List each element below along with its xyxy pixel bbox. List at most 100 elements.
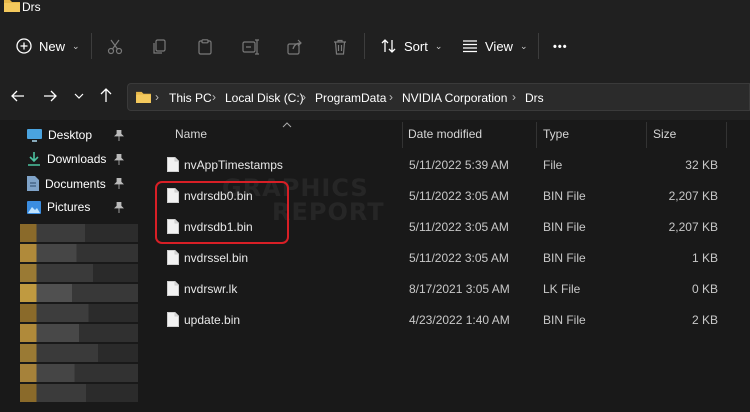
redacted-nav-item [20, 344, 138, 362]
window-title: Drs [22, 0, 41, 14]
address-bar[interactable]: › This PC › Local Disk (C:) › ProgramDat… [127, 83, 750, 111]
nav-item-label: Downloads [47, 152, 107, 166]
folder-icon [136, 90, 151, 103]
nav-item-label: Pictures [47, 200, 91, 214]
redacted-nav-item [20, 284, 138, 302]
plus-circle-icon [16, 38, 32, 54]
recent-locations-chevron-icon[interactable] [74, 92, 84, 100]
pin-icon[interactable] [114, 202, 124, 213]
desktop-icon [27, 128, 42, 142]
redacted-nav-item [20, 224, 138, 242]
breadcrumb-chevron-icon: › [212, 90, 216, 104]
share-icon[interactable] [287, 39, 303, 55]
column-header-row: Name Date modified Type Size [143, 120, 750, 150]
nav-item-desktop[interactable]: Desktop [27, 128, 92, 142]
nav-item-label: Documents [45, 176, 106, 191]
chevron-down-icon: ⌄ [519, 40, 528, 51]
rename-icon[interactable] [242, 39, 260, 55]
paste-icon[interactable] [197, 39, 213, 55]
file-name: update.bin [184, 313, 241, 327]
file-date: 5/11/2022 5:39 AM [409, 158, 509, 172]
breadcrumb-chevron-icon: › [389, 90, 393, 104]
file-icon [167, 312, 179, 327]
file-name: nvdrswr.lk [184, 282, 238, 296]
redacted-nav-item [20, 384, 138, 402]
file-type: File [543, 158, 563, 172]
redacted-nav-item [20, 324, 138, 342]
pin-icon[interactable] [114, 130, 124, 141]
file-date: 5/11/2022 3:05 AM [409, 220, 509, 234]
column-header-date[interactable]: Date modified [408, 127, 482, 141]
file-row[interactable]: update.bin 4/23/2022 1:40 AM BIN File 2 … [162, 305, 722, 335]
nav-item-documents[interactable]: Documents [27, 176, 106, 191]
breadcrumb-chevron-icon: › [155, 90, 159, 104]
file-size: 2,207 KB [668, 220, 718, 234]
redacted-nav-item [20, 304, 138, 322]
file-row[interactable]: nvdrswr.lk 8/17/2021 3:05 AM LK File 0 K… [162, 274, 722, 304]
copy-icon[interactable] [152, 39, 168, 55]
file-row[interactable]: nvdrssel.bin 5/11/2022 3:05 AM BIN File … [162, 243, 722, 273]
file-date: 5/11/2022 3:05 AM [409, 189, 509, 203]
file-size: 1 KB [691, 251, 718, 265]
redacted-nav-item [20, 364, 138, 382]
breadcrumb-this-pc[interactable]: This PC [169, 91, 212, 105]
sort-button[interactable]: Sort ⌄ [381, 38, 442, 54]
sort-label: Sort [404, 38, 428, 54]
new-button[interactable]: New ⌄ [16, 38, 80, 54]
pin-icon[interactable] [114, 154, 124, 165]
cut-icon[interactable] [107, 39, 123, 55]
breadcrumb-chevron-icon: › [302, 90, 306, 104]
breadcrumb-local-disk[interactable]: Local Disk (C:) [225, 91, 304, 105]
column-header-name[interactable]: Name [175, 127, 207, 141]
chevron-down-icon: ⌄ [72, 40, 80, 51]
folder-icon [4, 0, 20, 12]
column-header-type[interactable]: Type [543, 127, 569, 141]
view-list-icon [462, 38, 478, 54]
file-date: 5/11/2022 3:05 AM [409, 251, 509, 265]
back-arrow-icon[interactable] [11, 89, 25, 103]
breadcrumb-programdata[interactable]: ProgramData [315, 91, 386, 105]
nav-item-downloads[interactable]: Downloads [27, 152, 106, 166]
view-button[interactable]: View ⌄ [462, 38, 528, 54]
file-size: 0 KB [691, 282, 718, 296]
redacted-nav-item [20, 264, 138, 282]
pin-icon[interactable] [114, 178, 124, 189]
forward-arrow-icon[interactable] [43, 89, 57, 103]
file-size: 2 KB [691, 313, 718, 327]
navigation-pane: Desktop Downloads Documents Pictures [0, 120, 143, 412]
download-icon [27, 152, 41, 166]
toolbar-divider [538, 33, 539, 59]
delete-icon[interactable] [332, 39, 348, 55]
file-icon [167, 250, 179, 265]
breadcrumb-chevron-icon: › [512, 90, 516, 104]
file-name: nvAppTimestamps [184, 158, 283, 172]
breadcrumb-nvidia[interactable]: NVIDIA Corporation [402, 91, 507, 105]
up-arrow-icon[interactable] [99, 88, 113, 103]
file-name: nvdrssel.bin [184, 251, 249, 265]
column-divider[interactable] [402, 122, 403, 148]
file-type: BIN File [543, 313, 586, 327]
file-type: BIN File [543, 220, 586, 234]
file-row[interactable]: nvAppTimestamps 5/11/2022 5:39 AM File 3… [162, 150, 722, 180]
file-type: BIN File [543, 251, 586, 265]
file-size: 2,207 KB [668, 189, 718, 203]
redacted-nav-item [20, 244, 138, 262]
nav-item-label: Desktop [48, 128, 93, 142]
column-divider[interactable] [726, 122, 727, 148]
title-bar: Drs [0, 0, 750, 18]
chevron-down-icon: ⌄ [434, 40, 443, 51]
new-label: New [39, 38, 66, 54]
more-options-icon[interactable]: ••• [553, 41, 568, 53]
file-icon [167, 281, 179, 296]
column-divider[interactable] [536, 122, 537, 148]
highlight-box [155, 181, 289, 244]
column-divider[interactable] [646, 122, 647, 148]
nav-item-pictures[interactable]: Pictures [27, 200, 90, 214]
toolbar-divider [364, 33, 365, 59]
address-row: › This PC › Local Disk (C:) › ProgramDat… [0, 74, 750, 121]
column-header-size[interactable]: Size [653, 127, 676, 141]
file-size: 32 KB [685, 158, 718, 172]
breadcrumb-drs[interactable]: Drs [525, 91, 544, 105]
toolbar-divider [91, 33, 92, 59]
file-type: BIN File [543, 189, 586, 203]
